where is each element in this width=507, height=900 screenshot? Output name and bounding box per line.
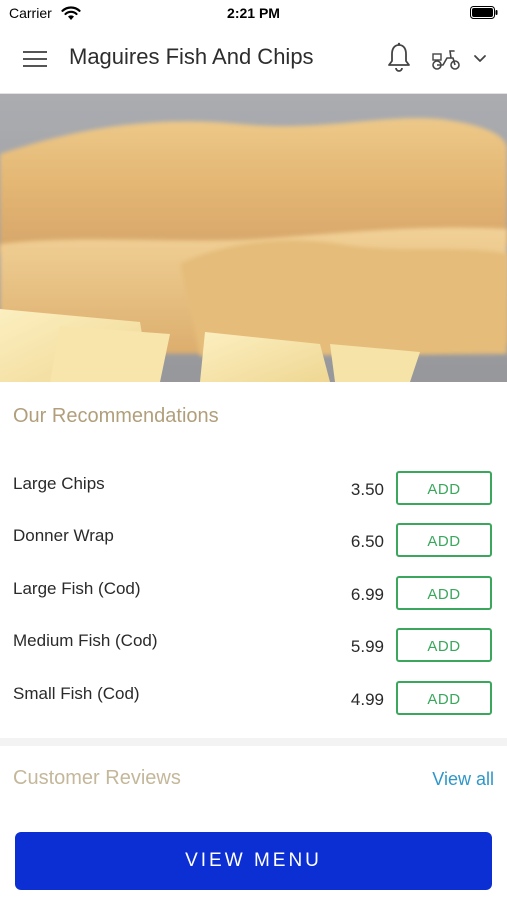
item-price: 5.99 bbox=[350, 637, 384, 656]
status-bar: Carrier 2:21 PM bbox=[0, 0, 507, 28]
item-price: 6.99 bbox=[350, 585, 384, 604]
list-item: Donner Wrap 6.50 ADD bbox=[0, 523, 507, 563]
add-button[interactable]: ADD bbox=[396, 523, 492, 557]
recommendations-heading: Our Recommendations bbox=[13, 405, 219, 427]
app-header: Maguires Fish And Chips bbox=[0, 28, 507, 94]
list-item: Large Fish (Cod) 6.99 ADD bbox=[0, 576, 507, 616]
item-name: Donner Wrap bbox=[13, 526, 114, 545]
add-button[interactable]: ADD bbox=[396, 628, 492, 662]
add-button[interactable]: ADD bbox=[396, 471, 492, 505]
page-title: Maguires Fish And Chips bbox=[69, 44, 314, 69]
reviews-heading: Customer Reviews bbox=[13, 767, 181, 789]
item-price: 4.99 bbox=[350, 690, 384, 709]
clock: 2:21 PM bbox=[227, 5, 280, 21]
section-divider bbox=[0, 738, 507, 746]
bell-icon[interactable] bbox=[386, 42, 412, 74]
item-name: Small Fish (Cod) bbox=[13, 684, 140, 703]
list-item: Large Chips 3.50 ADD bbox=[0, 471, 507, 511]
chevron-down-icon[interactable] bbox=[473, 54, 487, 64]
item-name: Medium Fish (Cod) bbox=[13, 631, 158, 650]
item-price: 6.50 bbox=[350, 532, 384, 551]
view-all-link[interactable]: View all bbox=[432, 769, 494, 790]
view-menu-button[interactable]: VIEW MENU bbox=[15, 832, 492, 890]
hamburger-menu-icon[interactable] bbox=[22, 48, 48, 70]
item-price: 3.50 bbox=[350, 480, 384, 499]
add-button[interactable]: ADD bbox=[396, 681, 492, 715]
item-name: Large Fish (Cod) bbox=[13, 579, 141, 598]
battery-icon bbox=[470, 6, 498, 19]
list-item: Medium Fish (Cod) 5.99 ADD bbox=[0, 628, 507, 668]
list-item: Small Fish (Cod) 4.99 ADD bbox=[0, 681, 507, 721]
item-name: Large Chips bbox=[13, 474, 105, 493]
add-button[interactable]: ADD bbox=[396, 576, 492, 610]
hero-food-image bbox=[0, 94, 507, 382]
scooter-icon[interactable] bbox=[431, 47, 461, 71]
